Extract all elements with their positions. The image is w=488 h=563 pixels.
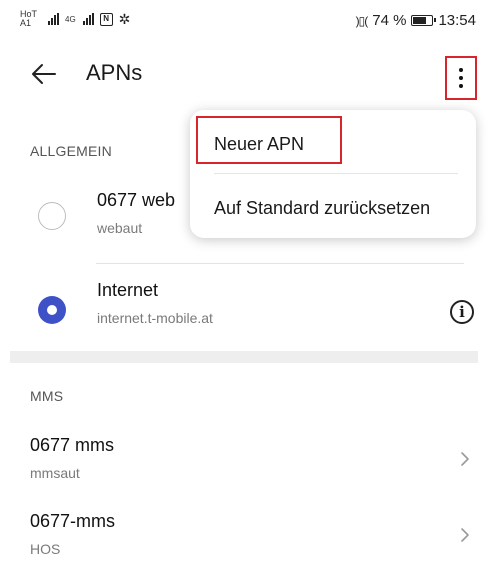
apn-value: mmsaut xyxy=(30,465,80,481)
chevron-right-icon xyxy=(461,452,469,466)
apn-value: HOS xyxy=(30,541,61,557)
menu-item-new-apn[interactable]: Neuer APN xyxy=(196,116,342,164)
info-icon[interactable]: i xyxy=(450,300,474,324)
carrier-label: HoT A1 xyxy=(20,10,42,28)
battery-percent: 74 % xyxy=(372,12,407,29)
battery-icon xyxy=(411,15,437,26)
signal-icon xyxy=(48,13,59,25)
status-bar: HoT A1 4G N ✲ )▯( 74 % 13:54 xyxy=(0,0,488,44)
more-vert-icon[interactable] xyxy=(445,56,477,100)
menu-divider xyxy=(214,173,458,174)
section-header-mms: MMS xyxy=(30,388,64,404)
radio-button[interactable] xyxy=(38,202,66,230)
vibrate-icon: )▯( xyxy=(355,13,369,28)
apn-value: internet.t-mobile.at xyxy=(97,310,213,326)
apn-name: Internet xyxy=(97,280,159,300)
nfc-icon: N xyxy=(99,12,113,26)
carrier-line-2: A1 xyxy=(20,18,32,28)
back-arrow-icon[interactable] xyxy=(30,60,58,88)
apn-item-0677-mms[interactable]: 0677 mms mmsaut xyxy=(0,425,488,495)
overflow-menu: Neuer APN Auf Standard zurücksetzen xyxy=(190,110,476,238)
status-left: HoT A1 4G N ✲ xyxy=(20,10,130,28)
section-header-general: ALLGEMEIN xyxy=(30,143,112,159)
menu-item-reset-default[interactable]: Auf Standard zurücksetzen xyxy=(214,198,430,219)
status-right: )▯( 74 % 13:54 xyxy=(356,12,476,29)
radio-button-selected[interactable] xyxy=(38,296,66,324)
apn-value: webaut xyxy=(97,220,143,236)
battery-level xyxy=(413,17,427,24)
apn-name: 0677-mms xyxy=(30,511,116,531)
apn-name: 0677 mms xyxy=(30,435,115,455)
section-separator xyxy=(10,351,478,363)
gear-icon: ✲ xyxy=(118,11,131,27)
clock: 13:54 xyxy=(438,12,476,29)
chevron-right-icon xyxy=(461,528,469,542)
app-bar: APNs xyxy=(0,44,488,106)
page-title: APNs xyxy=(86,60,143,85)
network-type-label: 4G xyxy=(65,14,76,24)
apn-item-0677-mms-hos[interactable]: 0677-mms HOS xyxy=(0,503,488,563)
signal-2-icon xyxy=(82,13,94,25)
apn-name: 0677 web xyxy=(97,190,176,210)
divider xyxy=(96,263,464,264)
apn-item-internet[interactable]: Internet internet.t-mobile.at i xyxy=(0,272,488,346)
